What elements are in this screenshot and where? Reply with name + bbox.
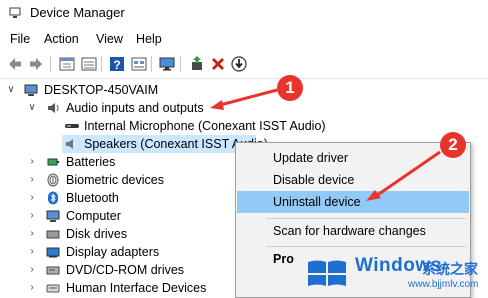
tree-item-label: Internal Microphone (Conexant ISST Audio…: [84, 119, 326, 133]
resource-view-icon[interactable]: [130, 55, 148, 73]
ctx-item-label: Scan for hardware changes: [273, 224, 426, 238]
ctx-item-label: Update driver: [273, 151, 349, 165]
annotation-badge-2: 2: [440, 132, 466, 158]
ctx-item-label: Uninstall device: [273, 195, 361, 209]
ctx-item-label: Disable device: [273, 173, 355, 187]
chevron-right-icon[interactable]: ›: [27, 192, 37, 204]
bluetooth-icon: [48, 191, 58, 205]
forward-arrow-icon[interactable]: [27, 55, 45, 73]
disk-drive-icon: [46, 230, 60, 239]
update-driver-icon[interactable]: [188, 55, 206, 73]
ctx-item-label: Pro: [273, 252, 294, 266]
watermark: Windows 系统之家 www.bjjmlv.com: [298, 250, 488, 296]
ctx-separator: [266, 218, 466, 219]
tree-root[interactable]: ∨ DESKTOP-450VAIM: [0, 81, 488, 99]
ctx-uninstall-device[interactable]: Uninstall device: [237, 191, 469, 213]
window-title: Device Manager: [30, 5, 125, 20]
ctx-scan-hardware-changes[interactable]: Scan for hardware changes: [237, 220, 469, 242]
chevron-right-icon[interactable]: ›: [27, 282, 37, 294]
tree-item-label: Bluetooth: [66, 191, 119, 205]
chevron-right-icon[interactable]: ›: [27, 228, 37, 240]
list-view-icon[interactable]: [80, 55, 98, 73]
tree-item-audio-inputs-outputs[interactable]: ∨ Audio inputs and outputs: [0, 99, 488, 117]
tree-item-label: Human Interface Devices: [66, 281, 207, 295]
menu-help[interactable]: Help: [134, 31, 164, 47]
ctx-disable-device[interactable]: Disable device: [237, 169, 469, 191]
tree-item-label: Biometric devices: [66, 173, 164, 187]
watermark-cn: 系统之家: [422, 261, 478, 277]
chevron-right-icon[interactable]: ›: [27, 156, 37, 168]
computer-icon: [46, 210, 60, 222]
properties-icon[interactable]: [58, 55, 76, 73]
windows-logo-icon: [308, 260, 346, 286]
chevron-right-icon[interactable]: ›: [27, 264, 37, 276]
speaker-icon: [48, 103, 59, 113]
back-arrow-icon[interactable]: [6, 55, 24, 73]
uninstall-x-icon[interactable]: [209, 55, 227, 73]
optical-drive-icon: [46, 266, 60, 275]
battery-icon: [47, 158, 59, 166]
tree-root-label: DESKTOP-450VAIM: [44, 83, 159, 97]
display-adapter-icon: [46, 247, 60, 258]
computer-icon: [24, 84, 38, 96]
chevron-down-icon[interactable]: ∨: [6, 84, 16, 96]
tree-item-label: Display adapters: [66, 245, 160, 259]
tree-item-label: Computer: [66, 209, 121, 223]
menu-file[interactable]: File: [8, 31, 32, 47]
menu-action[interactable]: Action: [42, 31, 81, 47]
microphone-icon: [65, 124, 79, 128]
ctx-separator: [266, 246, 466, 247]
title-bar: Device Manager: [0, 0, 488, 26]
tree-item-label: Disk drives: [66, 227, 128, 241]
chevron-right-icon[interactable]: ›: [27, 210, 37, 222]
tree-item-internal-microphone[interactable]: Internal Microphone (Conexant ISST Audio…: [0, 117, 488, 135]
chevron-down-icon[interactable]: ∨: [27, 102, 37, 114]
menu-bar: File Action View Help: [0, 28, 488, 50]
chevron-right-icon[interactable]: ›: [27, 174, 37, 186]
device-manager-app-icon: [9, 7, 21, 18]
hid-icon: [46, 284, 60, 293]
download-icon[interactable]: [230, 55, 248, 73]
tree-item-label: Batteries: [66, 155, 116, 169]
menu-view[interactable]: View: [94, 31, 125, 47]
chevron-right-icon[interactable]: ›: [27, 246, 37, 258]
annotation-badge-1: 1: [277, 75, 303, 101]
fingerprint-icon: [47, 173, 59, 187]
tree-item-label: DVD/CD-ROM drives: [66, 263, 185, 277]
speaker-icon: [66, 139, 73, 149]
watermark-url: www.bjjmlv.com: [408, 279, 479, 290]
toolbar: ?: [0, 50, 488, 79]
svg-text:?: ?: [113, 58, 120, 72]
help-icon[interactable]: ?: [108, 55, 126, 73]
monitor-icon[interactable]: [158, 55, 176, 73]
tree-item-label: Audio inputs and outputs: [66, 101, 204, 115]
ctx-update-driver[interactable]: Update driver: [237, 147, 469, 169]
